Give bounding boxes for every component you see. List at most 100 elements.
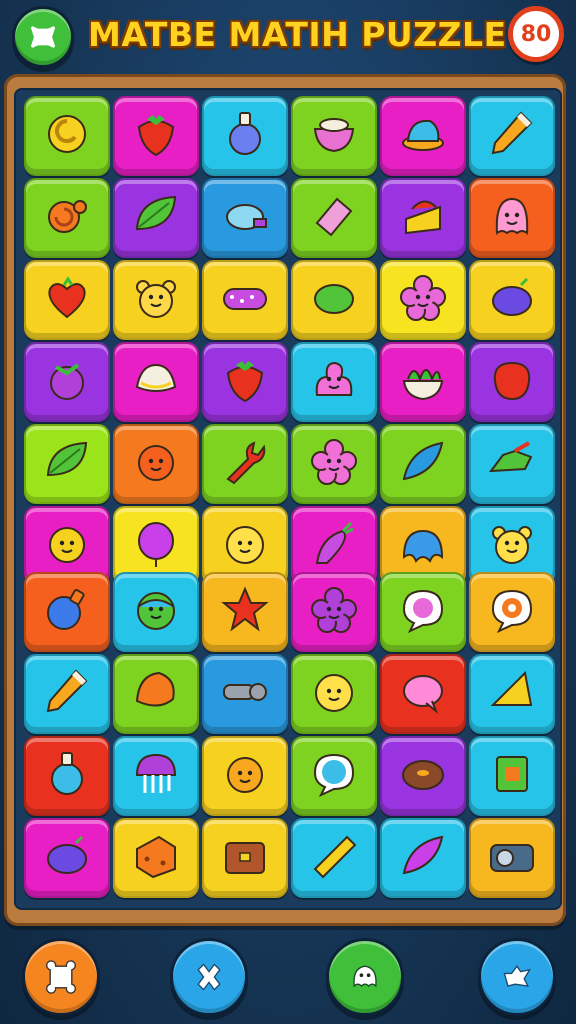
chest-icon	[218, 829, 272, 887]
top-tile-r5-c6[interactable]	[469, 424, 555, 504]
menu-button[interactable]	[12, 6, 74, 68]
arrow-icon	[503, 965, 531, 987]
alien-icon	[129, 583, 183, 641]
top-tile-r4-c6[interactable]	[469, 342, 555, 422]
camera-icon	[485, 829, 539, 887]
shell-icon	[129, 665, 183, 723]
bottom-tile-r2-c3[interactable]	[202, 654, 288, 734]
leaf-icon	[129, 189, 183, 247]
top-tile-r2-c5[interactable]	[380, 178, 466, 258]
bottom-tile-r4-c3[interactable]	[202, 818, 288, 898]
top-tile-r2-c1[interactable]	[24, 178, 110, 258]
coin-icon	[40, 107, 94, 165]
bottom-tile-r1-c6[interactable]	[469, 572, 555, 652]
top-tile-r4-c5[interactable]	[380, 342, 466, 422]
game-board	[14, 88, 562, 910]
strawberry-icon	[218, 353, 272, 411]
ghost-icon	[485, 189, 539, 247]
top-tile-r3-c5[interactable]	[380, 260, 466, 340]
top-tile-r2-c2[interactable]	[113, 178, 199, 258]
top-tile-r1-c2[interactable]	[113, 96, 199, 176]
sun-face-icon	[40, 517, 94, 575]
plum-icon	[40, 829, 94, 887]
top-tile-r4-c1[interactable]	[24, 342, 110, 422]
top-tile-r1-c5[interactable]	[380, 96, 466, 176]
top-tile-r1-c1[interactable]	[24, 96, 110, 176]
bottom-tile-r3-c1[interactable]	[24, 736, 110, 816]
bottom-tile-r4-c1[interactable]	[24, 818, 110, 898]
bone-icon	[46, 960, 76, 994]
target-icon	[485, 583, 539, 641]
top-tile-r5-c2[interactable]	[113, 424, 199, 504]
shuffle-button[interactable]	[170, 938, 248, 1016]
tile-grid-top	[24, 96, 555, 586]
heart-bubble-icon	[396, 665, 450, 723]
menu-icon	[30, 25, 56, 49]
undo-button[interactable]	[478, 938, 556, 1016]
radish-icon	[307, 517, 361, 575]
top-tile-r4-c3[interactable]	[202, 342, 288, 422]
top-bar: MATBE MATIH PUZZLE 80	[0, 0, 576, 72]
ghost-icon	[353, 965, 377, 988]
bottom-tile-r1-c2[interactable]	[113, 572, 199, 652]
top-tile-r1-c6[interactable]	[469, 96, 555, 176]
bottom-tile-r1-c4[interactable]	[291, 572, 377, 652]
bottle-icon	[40, 583, 94, 641]
top-tile-r2-c3[interactable]	[202, 178, 288, 258]
jellyfish-icon	[129, 747, 183, 805]
top-tile-r4-c2[interactable]	[113, 342, 199, 422]
top-tile-r5-c4[interactable]	[291, 424, 377, 504]
bottom-tile-r2-c4[interactable]	[291, 654, 377, 734]
chat-icon	[396, 583, 450, 641]
bottom-tile-r3-c3[interactable]	[202, 736, 288, 816]
top-tile-r2-c4[interactable]	[291, 178, 377, 258]
top-tile-r3-c2[interactable]	[113, 260, 199, 340]
bottom-tile-r3-c5[interactable]	[380, 736, 466, 816]
top-tile-r5-c3[interactable]	[202, 424, 288, 504]
bottom-tile-r3-c2[interactable]	[113, 736, 199, 816]
bottom-tile-r2-c5[interactable]	[380, 654, 466, 734]
feather-icon	[396, 435, 450, 493]
flower-icon	[307, 435, 361, 493]
bottom-tile-r4-c4[interactable]	[291, 818, 377, 898]
bottom-tile-r1-c5[interactable]	[380, 572, 466, 652]
pencil-icon	[40, 665, 94, 723]
berry-icon	[40, 353, 94, 411]
score-badge: 80	[508, 6, 564, 62]
bone-button[interactable]	[22, 938, 100, 1016]
bottom-tile-r1-c3[interactable]	[202, 572, 288, 652]
bear-icon	[129, 271, 183, 329]
bottom-tile-r2-c2[interactable]	[113, 654, 199, 734]
top-tile-r5-c5[interactable]	[380, 424, 466, 504]
sun-face-icon	[129, 435, 183, 493]
top-tile-r3-c6[interactable]	[469, 260, 555, 340]
bottom-tile-r2-c6[interactable]	[469, 654, 555, 734]
top-tile-r2-c6[interactable]	[469, 178, 555, 258]
hint-button[interactable]	[326, 938, 404, 1016]
bottom-tile-r4-c5[interactable]	[380, 818, 466, 898]
bottom-tile-r4-c6[interactable]	[469, 818, 555, 898]
plum-icon	[485, 271, 539, 329]
top-tile-r1-c4[interactable]	[291, 96, 377, 176]
top-tile-r3-c1[interactable]	[24, 260, 110, 340]
bottom-tile-r2-c1[interactable]	[24, 654, 110, 734]
bean-icon	[307, 271, 361, 329]
dumpling-icon	[129, 353, 183, 411]
donut-icon	[396, 747, 450, 805]
bottom-tile-r3-c6[interactable]	[469, 736, 555, 816]
pencil-icon	[485, 107, 539, 165]
bottom-tile-r4-c2[interactable]	[113, 818, 199, 898]
box-icon	[485, 747, 539, 805]
bottom-tile-r1-c1[interactable]	[24, 572, 110, 652]
top-tile-r4-c4[interactable]	[291, 342, 377, 422]
caterpillar-icon	[218, 271, 272, 329]
salad-icon	[396, 353, 450, 411]
top-tile-r3-c3[interactable]	[202, 260, 288, 340]
top-tile-r5-c1[interactable]	[24, 424, 110, 504]
bottom-tile-r3-c4[interactable]	[291, 736, 377, 816]
snail-icon	[40, 189, 94, 247]
blob-icon	[307, 353, 361, 411]
top-tile-r1-c3[interactable]	[202, 96, 288, 176]
top-tile-r3-c4[interactable]	[291, 260, 377, 340]
flower-icon	[396, 271, 450, 329]
